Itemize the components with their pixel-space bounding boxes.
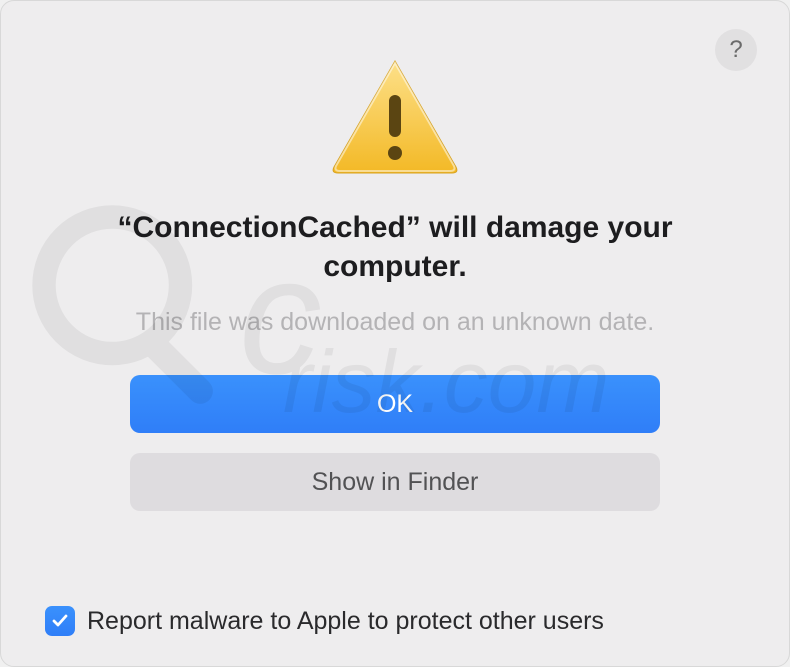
dialog-subtext: This file was downloaded on an unknown d… (136, 308, 654, 337)
report-malware-row: Report malware to Apple to protect other… (45, 606, 604, 636)
show-in-finder-button[interactable]: Show in Finder (130, 453, 660, 511)
help-button[interactable]: ? (715, 29, 757, 71)
warning-icon (330, 57, 460, 180)
dialog-headline: “ConnectionCached” will damage your comp… (95, 208, 695, 286)
show-in-finder-label: Show in Finder (312, 468, 479, 497)
report-malware-checkbox[interactable] (45, 606, 75, 636)
help-icon: ? (729, 36, 742, 64)
ok-button[interactable]: OK (130, 375, 660, 433)
report-malware-label: Report malware to Apple to protect other… (87, 607, 604, 636)
button-stack: OK Show in Finder (130, 375, 660, 511)
ok-button-label: OK (377, 390, 413, 419)
alert-dialog: c risk.com ? “ConnectionCached” will dam… (0, 0, 790, 667)
checkmark-icon (50, 611, 70, 631)
